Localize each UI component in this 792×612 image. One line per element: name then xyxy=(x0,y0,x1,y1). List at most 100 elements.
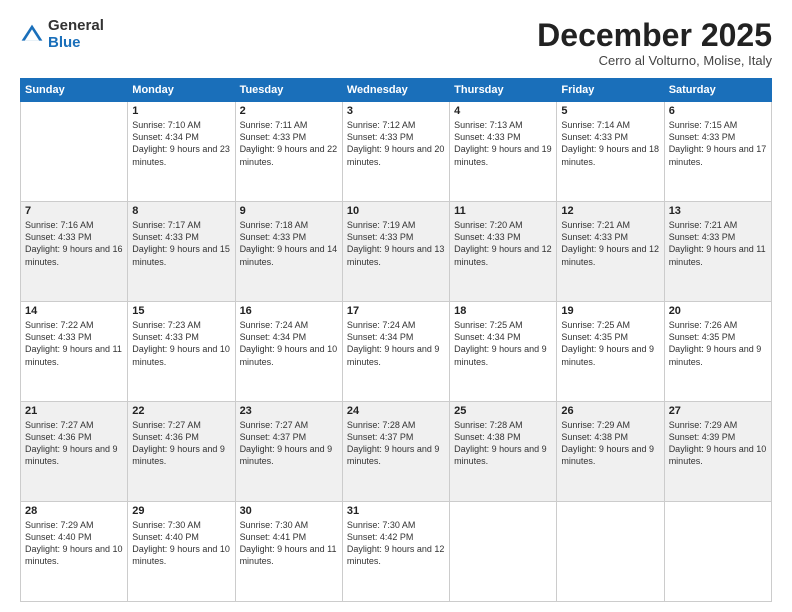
calendar-cell: 11 Sunrise: 7:20 AM Sunset: 4:33 PM Dayli… xyxy=(450,202,557,302)
day-number: 5 xyxy=(561,105,659,117)
calendar-cell: 17Sunrise: 7:24 AM Sunset: 4:34 PM Dayli… xyxy=(342,302,449,402)
calendar-cell: 2 Sunrise: 7:11 AM Sunset: 4:33 PM Daylig… xyxy=(235,102,342,202)
calendar-cell: 18 Sunrise: 7:25 AM Sunset: 4:34 PM Dayli… xyxy=(450,302,557,402)
day-number: 29 xyxy=(132,505,230,517)
calendar-cell: 30Sunrise: 7:30 AM Sunset: 4:41 PM Dayli… xyxy=(235,502,342,602)
day-number: 27 xyxy=(669,405,767,417)
title-block: December 2025 Cerro al Volturno, Molise,… xyxy=(537,18,772,68)
day-info: Sunrise: 7:18 AM Sunset: 4:33 PM Dayligh… xyxy=(240,219,338,268)
day-info: Sunrise: 7:12 AM Sunset: 4:33 PM Dayligh… xyxy=(347,119,445,168)
calendar-cell: 24 Sunrise: 7:28 AM Sunset: 4:37 PM Dayli… xyxy=(342,402,449,502)
day-number: 18 xyxy=(454,305,552,317)
day-number: 30 xyxy=(240,505,338,517)
calendar-cell: 4 Sunrise: 7:13 AM Sunset: 4:33 PM Daylig… xyxy=(450,102,557,202)
day-number: 23 xyxy=(240,405,338,417)
calendar-cell: 31Sunrise: 7:30 AM Sunset: 4:42 PM Dayli… xyxy=(342,502,449,602)
day-info: Sunrise: 7:14 AM Sunset: 4:33 PM Dayligh… xyxy=(561,119,659,168)
calendar-week-row: 1Sunrise: 7:10 AM Sunset: 4:34 PM Daylig… xyxy=(21,102,772,202)
header: General Blue December 2025 Cerro al Volt… xyxy=(20,18,772,68)
calendar-cell: 23 Sunrise: 7:27 AM Sunset: 4:37 PM Dayli… xyxy=(235,402,342,502)
day-number: 25 xyxy=(454,405,552,417)
day-number: 3 xyxy=(347,105,445,117)
day-number: 21 xyxy=(25,405,123,417)
day-info: Sunrise: 7:21 AM Sunset: 4:33 PM Dayligh… xyxy=(669,219,767,268)
calendar-week-row: 28Sunrise: 7:29 AM Sunset: 4:40 PM Dayli… xyxy=(21,502,772,602)
logo-general: General xyxy=(48,18,104,35)
calendar-cell: 22Sunrise: 7:27 AM Sunset: 4:36 PM Dayli… xyxy=(128,402,235,502)
day-info: Sunrise: 7:10 AM Sunset: 4:34 PM Dayligh… xyxy=(132,119,230,168)
calendar-cell: 5 Sunrise: 7:14 AM Sunset: 4:33 PM Daylig… xyxy=(557,102,664,202)
month-title: December 2025 xyxy=(537,18,772,53)
day-info: Sunrise: 7:24 AM Sunset: 4:34 PM Dayligh… xyxy=(240,319,338,368)
weekday-header: Monday xyxy=(128,79,235,102)
calendar-cell xyxy=(664,502,771,602)
calendar-cell: 29 Sunrise: 7:30 AM Sunset: 4:40 PM Dayli… xyxy=(128,502,235,602)
day-info: Sunrise: 7:27 AM Sunset: 4:36 PM Dayligh… xyxy=(25,419,123,468)
day-info: Sunrise: 7:26 AM Sunset: 4:35 PM Dayligh… xyxy=(669,319,767,368)
day-info: Sunrise: 7:17 AM Sunset: 4:33 PM Dayligh… xyxy=(132,219,230,268)
day-info: Sunrise: 7:11 AM Sunset: 4:33 PM Dayligh… xyxy=(240,119,338,168)
calendar-cell: 12Sunrise: 7:21 AM Sunset: 4:33 PM Dayli… xyxy=(557,202,664,302)
logo-blue: Blue xyxy=(48,35,104,52)
weekday-header: Saturday xyxy=(664,79,771,102)
calendar-cell: 14 Sunrise: 7:22 AM Sunset: 4:33 PM Dayli… xyxy=(21,302,128,402)
calendar-week-row: 7Sunrise: 7:16 AM Sunset: 4:33 PM Daylig… xyxy=(21,202,772,302)
calendar-cell: 8 Sunrise: 7:17 AM Sunset: 4:33 PM Daylig… xyxy=(128,202,235,302)
day-number: 15 xyxy=(132,305,230,317)
calendar-cell xyxy=(21,102,128,202)
day-info: Sunrise: 7:13 AM Sunset: 4:33 PM Dayligh… xyxy=(454,119,552,168)
calendar-week-row: 14 Sunrise: 7:22 AM Sunset: 4:33 PM Dayli… xyxy=(21,302,772,402)
calendar-cell: 9 Sunrise: 7:18 AM Sunset: 4:33 PM Daylig… xyxy=(235,202,342,302)
calendar-cell: 1Sunrise: 7:10 AM Sunset: 4:34 PM Daylig… xyxy=(128,102,235,202)
day-info: Sunrise: 7:30 AM Sunset: 4:42 PM Dayligh… xyxy=(347,519,445,568)
day-info: Sunrise: 7:24 AM Sunset: 4:34 PM Dayligh… xyxy=(347,319,445,368)
calendar-cell: 15 Sunrise: 7:23 AM Sunset: 4:33 PM Dayli… xyxy=(128,302,235,402)
day-info: Sunrise: 7:19 AM Sunset: 4:33 PM Dayligh… xyxy=(347,219,445,268)
calendar-cell: 10Sunrise: 7:19 AM Sunset: 4:33 PM Dayli… xyxy=(342,202,449,302)
weekday-header: Thursday xyxy=(450,79,557,102)
calendar-cell: 21 Sunrise: 7:27 AM Sunset: 4:36 PM Dayli… xyxy=(21,402,128,502)
day-info: Sunrise: 7:28 AM Sunset: 4:37 PM Dayligh… xyxy=(347,419,445,468)
day-number: 16 xyxy=(240,305,338,317)
calendar-cell xyxy=(557,502,664,602)
day-number: 28 xyxy=(25,505,123,517)
weekday-header: Sunday xyxy=(21,79,128,102)
day-info: Sunrise: 7:29 AM Sunset: 4:39 PM Dayligh… xyxy=(669,419,767,468)
day-number: 6 xyxy=(669,105,767,117)
day-info: Sunrise: 7:23 AM Sunset: 4:33 PM Dayligh… xyxy=(132,319,230,368)
day-number: 4 xyxy=(454,105,552,117)
weekday-header: Tuesday xyxy=(235,79,342,102)
weekday-header: Friday xyxy=(557,79,664,102)
day-info: Sunrise: 7:25 AM Sunset: 4:34 PM Dayligh… xyxy=(454,319,552,368)
day-info: Sunrise: 7:22 AM Sunset: 4:33 PM Dayligh… xyxy=(25,319,123,368)
calendar-header-row: SundayMondayTuesdayWednesdayThursdayFrid… xyxy=(21,79,772,102)
day-number: 8 xyxy=(132,205,230,217)
day-number: 9 xyxy=(240,205,338,217)
day-info: Sunrise: 7:30 AM Sunset: 4:40 PM Dayligh… xyxy=(132,519,230,568)
calendar-cell: 16 Sunrise: 7:24 AM Sunset: 4:34 PM Dayli… xyxy=(235,302,342,402)
day-number: 24 xyxy=(347,405,445,417)
day-number: 2 xyxy=(240,105,338,117)
day-info: Sunrise: 7:29 AM Sunset: 4:38 PM Dayligh… xyxy=(561,419,659,468)
calendar-cell: 13Sunrise: 7:21 AM Sunset: 4:33 PM Dayli… xyxy=(664,202,771,302)
day-info: Sunrise: 7:21 AM Sunset: 4:33 PM Dayligh… xyxy=(561,219,659,268)
day-number: 11 xyxy=(454,205,552,217)
location: Cerro al Volturno, Molise, Italy xyxy=(537,53,772,68)
calendar-cell: 20Sunrise: 7:26 AM Sunset: 4:35 PM Dayli… xyxy=(664,302,771,402)
day-info: Sunrise: 7:15 AM Sunset: 4:33 PM Dayligh… xyxy=(669,119,767,168)
day-info: Sunrise: 7:27 AM Sunset: 4:36 PM Dayligh… xyxy=(132,419,230,468)
calendar-cell: 6 Sunrise: 7:15 AM Sunset: 4:33 PM Daylig… xyxy=(664,102,771,202)
logo: General Blue xyxy=(20,18,104,51)
weekday-header: Wednesday xyxy=(342,79,449,102)
calendar-cell: 7Sunrise: 7:16 AM Sunset: 4:33 PM Daylig… xyxy=(21,202,128,302)
calendar-cell: 25 Sunrise: 7:28 AM Sunset: 4:38 PM Dayli… xyxy=(450,402,557,502)
calendar-cell: 27 Sunrise: 7:29 AM Sunset: 4:39 PM Dayli… xyxy=(664,402,771,502)
day-info: Sunrise: 7:27 AM Sunset: 4:37 PM Dayligh… xyxy=(240,419,338,468)
calendar-cell: 19Sunrise: 7:25 AM Sunset: 4:35 PM Dayli… xyxy=(557,302,664,402)
day-info: Sunrise: 7:28 AM Sunset: 4:38 PM Dayligh… xyxy=(454,419,552,468)
day-info: Sunrise: 7:20 AM Sunset: 4:33 PM Dayligh… xyxy=(454,219,552,268)
day-number: 26 xyxy=(561,405,659,417)
page: General Blue December 2025 Cerro al Volt… xyxy=(0,0,792,612)
day-number: 14 xyxy=(25,305,123,317)
calendar-week-row: 21 Sunrise: 7:27 AM Sunset: 4:36 PM Dayli… xyxy=(21,402,772,502)
